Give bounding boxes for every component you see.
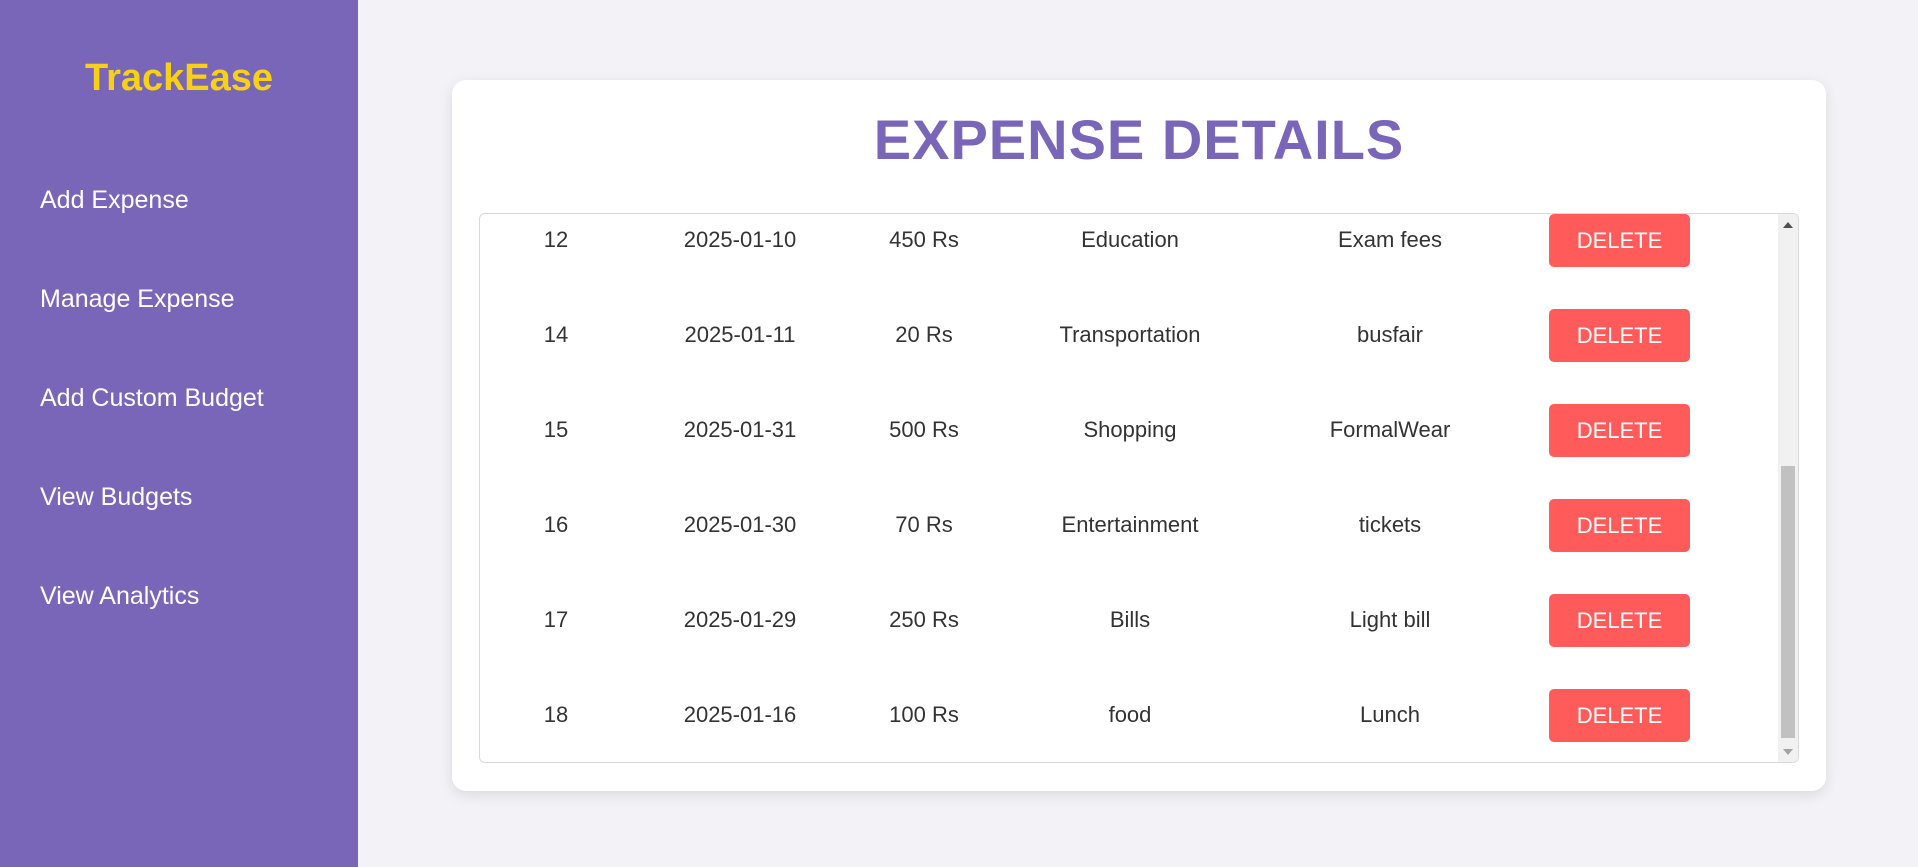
delete-button[interactable]: DELETE xyxy=(1549,309,1690,362)
cell-id: 14 xyxy=(543,322,569,347)
cell-amount: 250 Rs xyxy=(889,607,959,632)
nav-add-expense[interactable]: Add Expense xyxy=(40,176,264,275)
sidebar: TrackEase Add Expense Manage Expense Add… xyxy=(0,0,358,867)
cell-category: food xyxy=(1108,702,1152,727)
delete-button[interactable]: DELETE xyxy=(1549,404,1690,457)
scroll-up-arrow-icon[interactable] xyxy=(1783,222,1793,228)
cell-category: Shopping xyxy=(1083,417,1177,442)
cell-date: 2025-01-10 xyxy=(683,227,797,252)
brand-logo: TrackEase xyxy=(84,57,274,99)
sidebar-nav: Add Expense Manage Expense Add Custom Bu… xyxy=(40,176,264,671)
delete-button[interactable]: DELETE xyxy=(1549,594,1690,647)
vertical-scrollbar[interactable] xyxy=(1778,214,1798,762)
nav-view-budgets[interactable]: View Budgets xyxy=(40,473,264,572)
delete-button[interactable]: DELETE xyxy=(1549,499,1690,552)
cell-category: Transportation xyxy=(1059,322,1201,347)
cell-date: 2025-01-30 xyxy=(683,512,797,537)
cell-amount: 70 Rs xyxy=(895,512,953,537)
table-row: 12 2025-01-10 450 Rs Education Exam fees… xyxy=(480,214,1778,309)
cell-date: 2025-01-31 xyxy=(683,417,797,442)
cell-description: FormalWear xyxy=(1329,417,1451,442)
nav-view-analytics[interactable]: View Analytics xyxy=(40,572,264,671)
delete-button[interactable]: DELETE xyxy=(1549,214,1690,267)
cell-amount: 20 Rs xyxy=(895,322,953,347)
cell-date: 2025-01-11 xyxy=(684,322,796,347)
cell-amount: 450 Rs xyxy=(889,227,959,252)
delete-button[interactable]: DELETE xyxy=(1549,689,1690,742)
cell-id: 15 xyxy=(543,417,569,442)
cell-description: tickets xyxy=(1358,512,1422,537)
table-row: 15 2025-01-31 500 Rs Shopping FormalWear… xyxy=(480,404,1778,499)
cell-id: 17 xyxy=(543,607,569,632)
nav-add-custom-budget[interactable]: Add Custom Budget xyxy=(40,374,264,473)
table-row: 18 2025-01-16 100 Rs food Lunch DELETE xyxy=(480,689,1778,762)
cell-description: busfair xyxy=(1356,322,1424,347)
cell-category: Bills xyxy=(1109,607,1151,632)
page-title: EXPENSE DETAILS xyxy=(873,108,1405,171)
table-row: 14 2025-01-11 20 Rs Transportation busfa… xyxy=(480,309,1778,404)
cell-amount: 500 Rs xyxy=(889,417,959,442)
cell-id: 16 xyxy=(543,512,569,537)
scroll-thumb[interactable] xyxy=(1781,466,1795,738)
cell-date: 2025-01-29 xyxy=(683,607,797,632)
cell-date: 2025-01-16 xyxy=(683,702,797,727)
cell-description: Light bill xyxy=(1349,607,1431,632)
cell-id: 18 xyxy=(543,702,569,727)
nav-manage-expense[interactable]: Manage Expense xyxy=(40,275,264,374)
cell-category: Education xyxy=(1081,227,1179,252)
table-row: 17 2025-01-29 250 Rs Bills Light bill DE… xyxy=(480,594,1778,689)
cell-description: Lunch xyxy=(1360,702,1420,727)
cell-description: Exam fees xyxy=(1338,227,1442,252)
scroll-down-arrow-icon[interactable] xyxy=(1783,749,1793,755)
cell-amount: 100 Rs xyxy=(889,702,959,727)
expense-table[interactable]: 12 2025-01-10 450 Rs Education Exam fees… xyxy=(479,213,1799,763)
cell-id: 12 xyxy=(543,227,569,252)
cell-category: Entertainment xyxy=(1061,512,1199,537)
table-row: 16 2025-01-30 70 Rs Entertainment ticket… xyxy=(480,499,1778,594)
